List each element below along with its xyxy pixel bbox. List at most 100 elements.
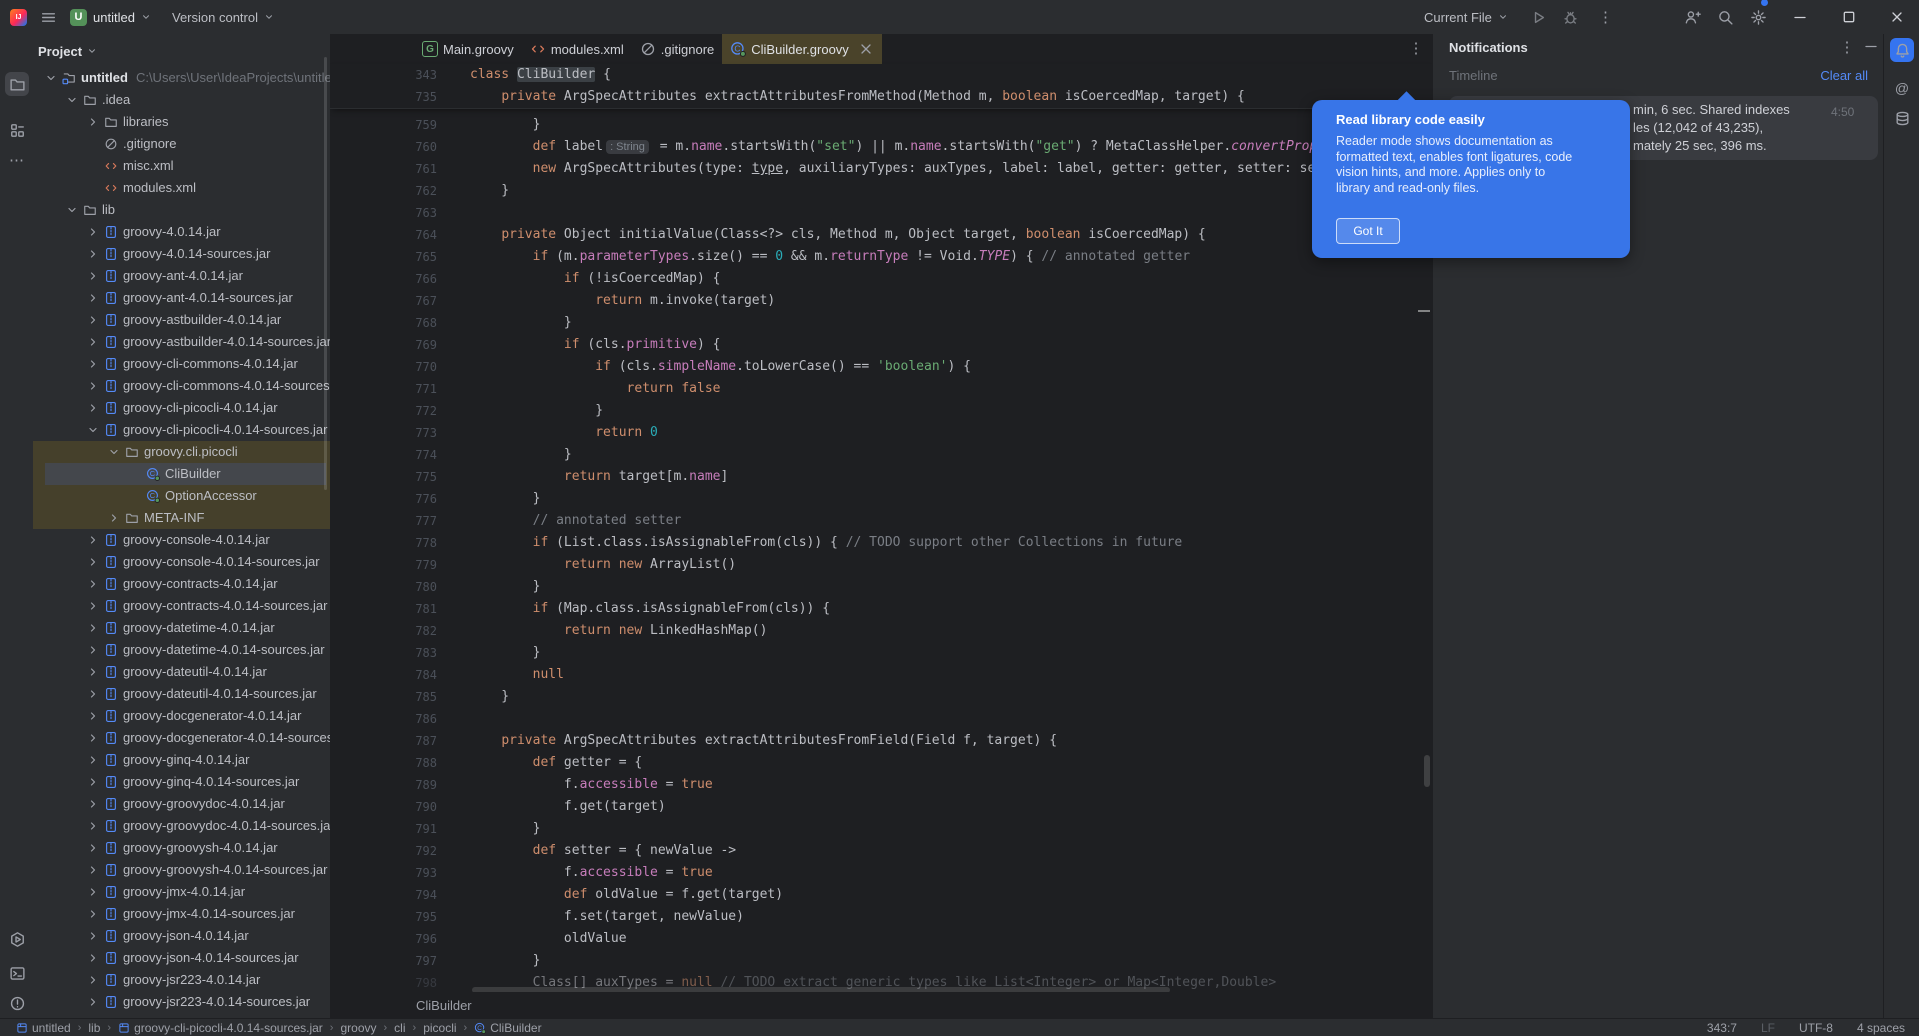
chevron-right-icon[interactable] [87, 864, 99, 876]
tree-row[interactable]: groovy-cli-picocli-4.0.14.jar [33, 397, 330, 419]
status-widget-343-7[interactable]: 343:7 [1707, 1021, 1737, 1035]
status-breadcrumb-item[interactable]: untitled [16, 1021, 71, 1035]
rail-button-structure[interactable] [5, 118, 29, 142]
code-line[interactable]: 773 return 0 [330, 422, 1432, 444]
status-widget-lf[interactable]: LF [1761, 1021, 1775, 1035]
code-line[interactable]: 778 if (List.class.isAssignableFrom(cls)… [330, 532, 1432, 554]
code-line[interactable]: 782 return new LinkedHashMap() [330, 620, 1432, 642]
settings-button[interactable] [1750, 0, 1769, 34]
code-line[interactable]: 764 private Object initialValue(Class<?>… [330, 224, 1432, 246]
code-line[interactable]: 772 } [330, 400, 1432, 422]
tree-row[interactable]: lib [33, 199, 330, 221]
tree-row[interactable]: groovy-dateutil-4.0.14-sources.jar [33, 683, 330, 705]
tree-row[interactable]: groovy-astbuilder-4.0.14-sources.jar [33, 331, 330, 353]
tree-row[interactable]: groovy-groovydoc-4.0.14.jar [33, 793, 330, 815]
hide-panel-button[interactable] [1863, 38, 1879, 54]
code-line[interactable]: 792 def setter = { newValue -> [330, 840, 1432, 862]
code-line[interactable]: 769 if (cls.primitive) { [330, 334, 1432, 356]
tree-row[interactable]: groovy-4.0.14.jar [33, 221, 330, 243]
tree-row[interactable]: modules.xml [33, 177, 330, 199]
close-button[interactable] [1889, 0, 1905, 34]
code-line[interactable]: 785 } [330, 686, 1432, 708]
tree-row[interactable]: groovy-datetime-4.0.14.jar [33, 617, 330, 639]
minimize-button[interactable] [1792, 0, 1808, 34]
clear-all-link[interactable]: Clear all [1820, 68, 1868, 83]
code-line[interactable]: 776 } [330, 488, 1432, 510]
chevron-right-icon[interactable] [87, 116, 99, 128]
tree-row[interactable]: groovy-docgenerator-4.0.14-sources.jar [33, 727, 330, 749]
chevron-right-icon[interactable] [87, 710, 99, 722]
status-breadcrumb-item[interactable]: C CliBuilder [474, 1021, 542, 1035]
code-line[interactable]: 796 oldValue [330, 928, 1432, 950]
vcs-widget[interactable]: Version control [172, 0, 274, 34]
tab-options-button[interactable]: ⋮ [1406, 39, 1426, 59]
tree-row[interactable]: groovy-json-4.0.14.jar [33, 925, 330, 947]
tree-row[interactable]: groovy-ant-4.0.14-sources.jar [33, 287, 330, 309]
tree-row[interactable]: groovy-json-4.0.14-sources.jar [33, 947, 330, 969]
chevron-right-icon[interactable] [87, 226, 99, 238]
code-line[interactable]: 781 if (Map.class.isAssignableFrom(cls))… [330, 598, 1432, 620]
tab-modules-xml[interactable]: modules.xml [522, 34, 632, 64]
project-widget[interactable]: U untitled [70, 0, 151, 34]
tree-row[interactable]: C CliBuilder [33, 463, 330, 485]
notifications-options-button[interactable]: ⋮ [1837, 38, 1857, 58]
chevron-right-icon[interactable] [87, 248, 99, 260]
tab-timeline[interactable]: Timeline [1449, 68, 1498, 83]
chevron-right-icon[interactable] [87, 270, 99, 282]
tree-row[interactable]: groovy-cli-picocli-4.0.14-sources.jar [33, 419, 330, 441]
code-line[interactable]: 760 def label: String = m.name.startsWit… [330, 136, 1432, 158]
chevron-right-icon[interactable] [87, 974, 99, 986]
tree-row[interactable]: groovy-ginq-4.0.14-sources.jar [33, 771, 330, 793]
chevron-right-icon[interactable] [87, 600, 99, 612]
tree-row[interactable]: groovy-cli-commons-4.0.14.jar [33, 353, 330, 375]
chevron-right-icon[interactable] [87, 952, 99, 964]
chevron-right-icon[interactable] [87, 886, 99, 898]
more-actions-button[interactable]: ⋮ [1598, 0, 1613, 34]
code-line[interactable]: 767 return m.invoke(target) [330, 290, 1432, 312]
code-line[interactable]: 765 if (m.parameterTypes.size() == 0 && … [330, 246, 1432, 268]
tree-row[interactable]: libraries [33, 111, 330, 133]
code-line[interactable]: 794 def oldValue = f.get(target) [330, 884, 1432, 906]
status-widget-utf-8[interactable]: UTF-8 [1799, 1021, 1833, 1035]
ai-assistant-rail-button[interactable]: @ [1890, 76, 1914, 100]
tree-row[interactable]: groovy-groovydoc-4.0.14-sources.jar [33, 815, 330, 837]
status-breadcrumb-item[interactable]: picocli [423, 1021, 456, 1035]
tree-row[interactable]: groovy-4.0.14-sources.jar [33, 243, 330, 265]
code-line[interactable]: 768 } [330, 312, 1432, 334]
chevron-right-icon[interactable] [87, 930, 99, 942]
got-it-button[interactable]: Got It [1336, 218, 1400, 244]
chevron-right-icon[interactable] [87, 358, 99, 370]
tree-row[interactable]: misc.xml [33, 155, 330, 177]
code-line[interactable]: 735 private ArgSpecAttributes extractAtt… [330, 86, 1432, 108]
tree-row[interactable]: untitled C:\Users\User\IdeaProjects\untit… [33, 67, 330, 89]
status-breadcrumb-item[interactable]: groovy-cli-picocli-4.0.14-sources.jar [118, 1021, 323, 1035]
tree-row[interactable]: groovy-docgenerator-4.0.14.jar [33, 705, 330, 727]
code-line[interactable]: 789 f.accessible = true [330, 774, 1432, 796]
code-line[interactable]: 787 private ArgSpecAttributes extractAtt… [330, 730, 1432, 752]
tree-row[interactable]: .idea [33, 89, 330, 111]
code-line[interactable]: 774 } [330, 444, 1432, 466]
tree-row[interactable]: groovy-jmx-4.0.14-sources.jar [33, 903, 330, 925]
project-tree-scrollbar[interactable] [324, 57, 327, 490]
chevron-right-icon[interactable] [87, 732, 99, 744]
chevron-right-icon[interactable] [87, 556, 99, 568]
tree-row[interactable]: groovy-contracts-4.0.14.jar [33, 573, 330, 595]
rail-button-terminal[interactable] [5, 961, 29, 985]
vertical-scrollbar[interactable] [1424, 755, 1430, 787]
database-rail-button[interactable] [1890, 106, 1914, 130]
chevron-right-icon[interactable] [87, 314, 99, 326]
chevron-right-icon[interactable] [87, 842, 99, 854]
tree-row[interactable]: .gitignore [33, 133, 330, 155]
code-line[interactable]: 759 } [330, 114, 1432, 136]
status-breadcrumb-item[interactable]: groovy [340, 1021, 376, 1035]
chevron-right-icon[interactable] [87, 798, 99, 810]
code-line[interactable]: 779 return new ArrayList() [330, 554, 1432, 576]
close-icon[interactable] [858, 41, 874, 57]
code-line[interactable]: 780 } [330, 576, 1432, 598]
chevron-down-icon[interactable] [45, 72, 57, 84]
status-breadcrumb-item[interactable]: cli [394, 1021, 405, 1035]
tree-row[interactable]: groovy-astbuilder-4.0.14.jar [33, 309, 330, 331]
tree-row[interactable]: META-INF [33, 507, 330, 529]
chevron-right-icon[interactable] [87, 534, 99, 546]
chevron-right-icon[interactable] [87, 292, 99, 304]
